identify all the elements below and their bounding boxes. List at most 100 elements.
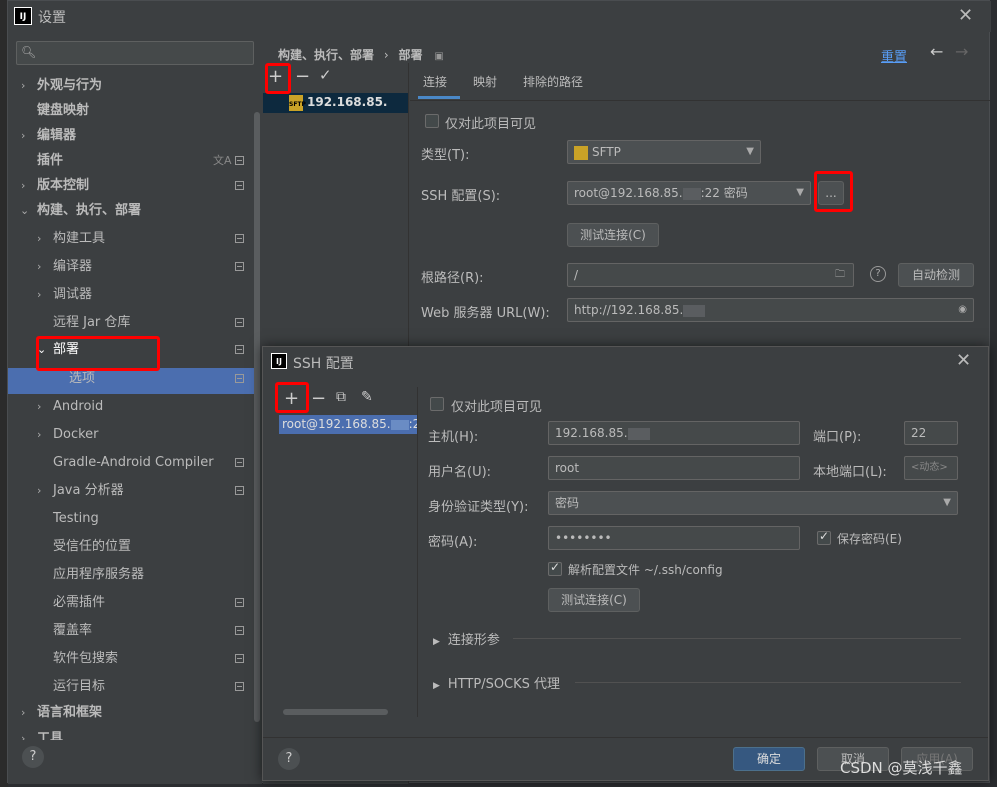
sidebar-item-vcs[interactable]: › 版本控制 bbox=[8, 173, 254, 199]
chevron-right-icon: › bbox=[21, 179, 26, 192]
folder-icon[interactable]: 🗀 bbox=[835, 264, 845, 286]
auto-detect-button[interactable]: 自动检测 bbox=[898, 263, 974, 287]
sidebar-item-coverage[interactable]: 覆盖率 bbox=[8, 618, 254, 644]
sidebar-scrollbar[interactable] bbox=[254, 112, 260, 722]
sidebar-item-gradle-android[interactable]: Gradle-Android Compiler bbox=[8, 450, 254, 476]
sidebar-item-debugger[interactable]: › 调试器 bbox=[8, 282, 254, 308]
local-port-input[interactable]: <动态> bbox=[904, 456, 958, 480]
sftp-icon bbox=[574, 145, 588, 160]
auth-type-select[interactable]: 密码 ▼ bbox=[548, 491, 958, 515]
sidebar-item-editor[interactable]: › 编辑器 bbox=[8, 123, 254, 149]
chevron-down-icon: ▼ bbox=[746, 146, 754, 157]
divider bbox=[575, 682, 961, 683]
copy-icon[interactable]: ⧉ bbox=[336, 389, 346, 405]
proxy-section[interactable]: ▶ HTTP/SOCKS 代理 bbox=[433, 673, 560, 692]
close-icon[interactable]: ✕ bbox=[956, 350, 971, 371]
sidebar-item-plugins[interactable]: 插件 文A bbox=[8, 148, 254, 174]
sidebar-item-languages[interactable]: › 语言和框架 bbox=[8, 700, 254, 726]
window-title: 设置 bbox=[38, 10, 66, 26]
root-path-input[interactable]: / 🗀 bbox=[567, 263, 854, 287]
settings-scope-icon bbox=[235, 682, 244, 691]
settings-scope-icon bbox=[235, 318, 244, 327]
tab-connection[interactable]: 连接 bbox=[423, 73, 447, 90]
parse-config-checkbox[interactable] bbox=[548, 560, 562, 576]
help-icon[interactable]: ? bbox=[22, 746, 44, 768]
list-scrollbar[interactable] bbox=[283, 709, 388, 715]
username-label: 用户名(U): bbox=[428, 465, 492, 480]
settings-scope-icon bbox=[235, 598, 244, 607]
tab-mappings[interactable]: 映射 bbox=[473, 73, 497, 90]
sidebar-item-tools[interactable]: › 工具 bbox=[8, 726, 254, 740]
sidebar-item-run-targets[interactable]: 运行目标 bbox=[8, 674, 254, 700]
port-input[interactable]: 22 bbox=[904, 421, 958, 445]
sidebar-item-build-tools[interactable]: › 构建工具 bbox=[8, 226, 254, 252]
highlight-add bbox=[265, 63, 291, 94]
chevron-down-icon: ⌄ bbox=[20, 204, 30, 217]
chevron-right-icon: › bbox=[37, 428, 42, 441]
sidebar-item-docker[interactable]: › Docker bbox=[8, 422, 254, 448]
save-password-checkbox[interactable] bbox=[817, 529, 831, 545]
help-icon[interactable]: ? bbox=[870, 266, 886, 282]
chevron-right-icon: › bbox=[21, 79, 26, 92]
test-connection-button[interactable]: 测试连接(C) bbox=[567, 223, 659, 247]
chevron-right-icon: › bbox=[21, 732, 26, 740]
sidebar-item-keymap[interactable]: 键盘映射 bbox=[8, 98, 254, 124]
connection-params-section[interactable]: ▶ 连接形参 bbox=[433, 629, 500, 648]
highlight-more bbox=[814, 171, 853, 212]
port-label: 端口(P): bbox=[813, 430, 862, 445]
globe-icon[interactable]: ◉ bbox=[958, 299, 967, 321]
web-url-input[interactable]: http://192.168.85. ◉ bbox=[567, 298, 974, 322]
highlight-add bbox=[275, 382, 309, 413]
sidebar-item-appearance[interactable]: › 外观与行为 bbox=[8, 73, 254, 99]
watermark: CSDN @莫浅千鑫 bbox=[840, 759, 963, 777]
help-icon[interactable]: ? bbox=[278, 748, 300, 770]
sidebar-item-android[interactable]: › Android bbox=[8, 394, 254, 420]
test-connection-button[interactable]: 测试连接(C) bbox=[548, 588, 640, 612]
type-label: 类型(T): bbox=[421, 148, 470, 163]
chevron-right-icon: › bbox=[37, 232, 42, 245]
tab-underline bbox=[418, 96, 460, 99]
translate-icon: 文A bbox=[213, 154, 232, 167]
back-arrow-icon[interactable]: ← bbox=[930, 42, 943, 61]
sidebar-item-package-search[interactable]: 软件包搜索 bbox=[8, 646, 254, 672]
ssh-config-select[interactable]: root@192.168.85.:22 密码 ▼ bbox=[567, 181, 811, 205]
visible-only-label: 仅对此项目可见 bbox=[451, 400, 543, 415]
visible-only-checkbox[interactable] bbox=[430, 397, 444, 411]
remove-icon[interactable]: − bbox=[295, 66, 310, 87]
highlight-deployment bbox=[36, 336, 160, 371]
root-path-label: 根路径(R): bbox=[421, 271, 484, 286]
sidebar-item-remote-jar[interactable]: 远程 Jar 仓库 bbox=[8, 310, 254, 336]
host-input[interactable]: 192.168.85. bbox=[548, 421, 800, 445]
tab-bar: 连接 映射 排除的路径 bbox=[410, 63, 990, 101]
breadcrumb: 构建、执行、部署 › 部署 ▣ bbox=[278, 48, 444, 62]
ok-button[interactable]: 确定 bbox=[733, 747, 805, 771]
sidebar-item-trusted-locations[interactable]: 受信任的位置 bbox=[8, 534, 254, 560]
visible-only-checkbox[interactable] bbox=[425, 114, 439, 128]
sidebar-item-java-profiler[interactable]: › Java 分析器 bbox=[8, 478, 254, 504]
sidebar-item-testing[interactable]: Testing bbox=[8, 506, 254, 532]
local-port-label: 本地端口(L): bbox=[813, 465, 887, 480]
edit-icon[interactable]: ✎ bbox=[361, 389, 373, 405]
settings-scope-icon bbox=[235, 458, 244, 467]
redacted-block bbox=[683, 304, 706, 317]
username-input[interactable]: root bbox=[548, 456, 800, 480]
forward-arrow-icon[interactable]: → bbox=[955, 42, 968, 61]
sidebar-item-compiler[interactable]: › 编译器 bbox=[8, 254, 254, 280]
remove-icon[interactable]: − bbox=[311, 388, 326, 409]
sidebar-item-app-servers[interactable]: 应用程序服务器 bbox=[8, 562, 254, 588]
checkmark-icon[interactable]: ✓ bbox=[319, 66, 332, 84]
password-input[interactable]: •••••••• bbox=[548, 526, 800, 550]
ssh-config-list-item[interactable]: root@192.168.85.:2 bbox=[279, 415, 417, 434]
chevron-right-icon: › bbox=[37, 400, 42, 413]
tab-excluded-paths[interactable]: 排除的路径 bbox=[523, 73, 583, 90]
settings-sidebar: 🔍︎ › 外观与行为 键盘映射 › 编辑器 插件 文A › 版本控制 ⌄ 构建、执行、部署… bbox=[8, 32, 262, 784]
app-logo-icon: IJ bbox=[14, 7, 32, 25]
close-icon[interactable]: ✕ bbox=[958, 5, 973, 26]
divider bbox=[417, 387, 418, 717]
settings-scope-icon bbox=[235, 486, 244, 495]
ssh-config-dialog: IJ SSH 配置 ✕ + − ⧉ ✎ root@192.168.85.:2 仅… bbox=[262, 346, 989, 781]
type-select[interactable]: SFTP ▼ bbox=[567, 140, 761, 164]
sidebar-item-required-plugins[interactable]: 必需插件 bbox=[8, 590, 254, 616]
sidebar-item-build[interactable]: ⌄ 构建、执行、部署 bbox=[8, 198, 254, 224]
search-input[interactable]: 🔍︎ bbox=[16, 41, 254, 65]
